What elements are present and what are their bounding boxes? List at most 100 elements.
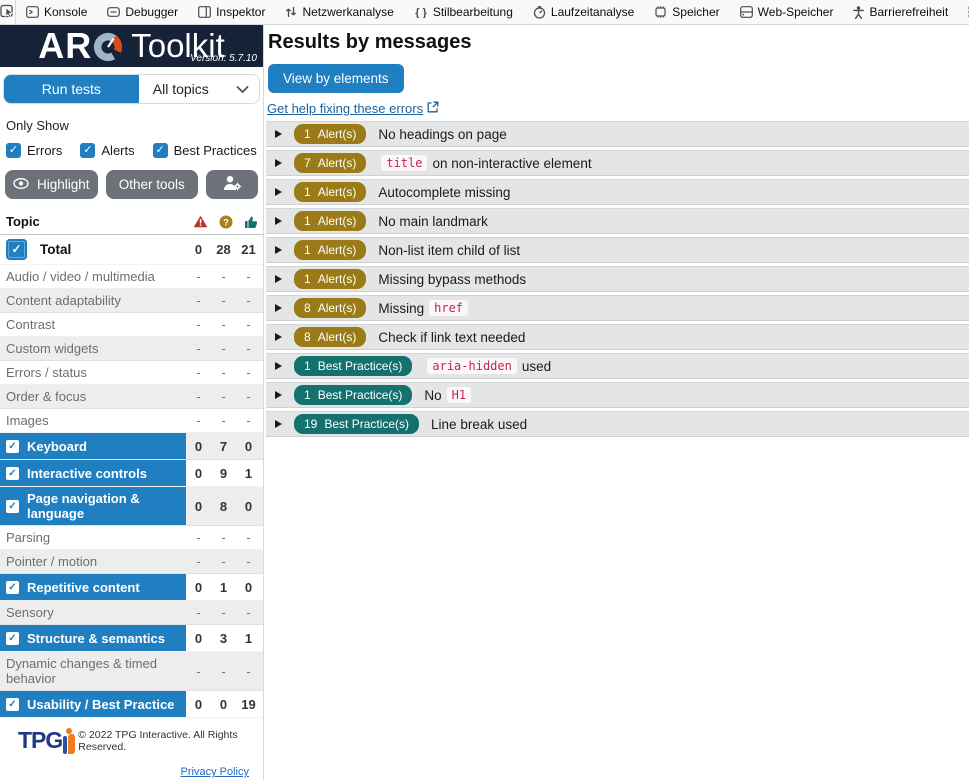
- message-kind-label: Alert(s): [318, 214, 357, 228]
- topic-row-total[interactable]: ✓Total02821: [0, 235, 263, 265]
- devtools-tab-konsole[interactable]: Konsole: [16, 0, 97, 24]
- topic-checkbox[interactable]: ✓: [6, 581, 19, 594]
- topic-checkbox[interactable]: ✓: [6, 440, 19, 453]
- topic-checkbox[interactable]: ✓: [6, 467, 19, 480]
- expand-arrow-icon[interactable]: [275, 217, 282, 225]
- expand-arrow-icon[interactable]: [275, 391, 282, 399]
- topic-row-page-navigation-language[interactable]: ✓Page navigation & language080: [0, 487, 263, 526]
- topic-checkbox[interactable]: ✓: [6, 500, 19, 513]
- topic-row-keyboard[interactable]: ✓Keyboard070: [0, 433, 263, 460]
- element-picker-button[interactable]: [0, 0, 16, 24]
- message-count: 1: [304, 185, 311, 199]
- topics-select[interactable]: All topics: [139, 75, 259, 103]
- topic-label-area: Dynamic changes & timed behavior: [0, 652, 186, 690]
- user-tools-button[interactable]: [206, 170, 258, 199]
- topic-checkbox[interactable]: ✓: [6, 632, 19, 645]
- message-row[interactable]: 1Alert(s)No main landmark: [266, 208, 969, 234]
- best-practices-count: -: [236, 605, 261, 620]
- messages-list: 1Alert(s)No headings on page 7Alert(s)tit…: [266, 121, 969, 437]
- devtools-tab-inspektor[interactable]: Inspektor: [188, 0, 275, 24]
- topic-label-area: Contrast: [0, 313, 186, 336]
- message-row[interactable]: 1Alert(s)No headings on page: [266, 121, 969, 147]
- devtools-tab-netzwerkanalyse[interactable]: Netzwerkanalyse: [275, 0, 403, 24]
- message-text: Check if link text needed: [378, 330, 525, 345]
- devtools-tab-anwendung[interactable]: Anwendung: [958, 0, 969, 24]
- devtools-tab-debugger[interactable]: Debugger: [97, 0, 188, 24]
- expand-arrow-icon[interactable]: [275, 130, 282, 138]
- memory-icon: [654, 6, 667, 18]
- devtools-tab-label: Inspektor: [216, 5, 265, 19]
- devtools-tab-barrierefreiheit[interactable]: Barrierefreiheit: [843, 0, 958, 24]
- filter-checkboxes: ✓Errors✓Alerts✓Best Practices: [6, 143, 257, 158]
- message-row[interactable]: 8Alert(s)Check if link text needed: [266, 324, 969, 350]
- expand-arrow-icon[interactable]: [275, 333, 282, 341]
- errors-count: 0: [186, 439, 211, 454]
- expand-arrow-icon[interactable]: [275, 420, 282, 428]
- other-tools-button[interactable]: Other tools: [106, 170, 199, 199]
- eye-icon: [13, 177, 29, 192]
- get-help-link[interactable]: Get help fixing these errors: [267, 101, 439, 116]
- alert-badge: 1Alert(s): [294, 182, 366, 202]
- expand-arrow-icon[interactable]: [275, 159, 282, 167]
- topic-label-area[interactable]: ✓Interactive controls: [0, 460, 186, 486]
- view-by-elements-button[interactable]: View by elements: [268, 64, 404, 93]
- highlight-button[interactable]: Highlight: [5, 170, 98, 199]
- filter-label: Best Practices: [174, 143, 257, 158]
- topic-label-area[interactable]: ✓Total: [0, 235, 186, 264]
- topic-label-area[interactable]: ✓Usability / Best Practice: [0, 691, 186, 717]
- devtools-tab-stilbearbeitung[interactable]: { }Stilbearbeitung: [404, 0, 523, 24]
- expand-arrow-icon[interactable]: [275, 246, 282, 254]
- message-row[interactable]: 1Best Practice(s)aria-hiddenused: [266, 353, 969, 379]
- expand-arrow-icon[interactable]: [275, 275, 282, 283]
- logo-text-arc: AR: [38, 25, 92, 67]
- devtools-tab-label: Debugger: [125, 5, 178, 19]
- external-link-icon: [427, 101, 439, 116]
- run-tests-button[interactable]: Run tests: [4, 75, 139, 103]
- alerts-count: -: [211, 389, 236, 404]
- expand-arrow-icon[interactable]: [275, 362, 282, 370]
- message-row[interactable]: 19Best Practice(s)Line break used: [266, 411, 969, 437]
- topic-label-area[interactable]: ✓ Structure & semantics: [0, 625, 186, 651]
- message-kind-label: Best Practice(s): [318, 388, 403, 402]
- topic-row-interactive-controls[interactable]: ✓Interactive controls091: [0, 460, 263, 487]
- devtools-tab-label: Konsole: [44, 5, 87, 19]
- total-checkbox[interactable]: ✓: [6, 239, 27, 260]
- person-gear-icon: [222, 175, 242, 194]
- expand-arrow-icon[interactable]: [275, 304, 282, 312]
- message-row[interactable]: 7Alert(s)titleon non-interactive element: [266, 150, 969, 176]
- only-show-section: Only Show ✓Errors✓Alerts✓Best Practices: [0, 104, 263, 158]
- topic-row-repetitive-content[interactable]: ✓Repetitive content010: [0, 574, 263, 601]
- topic-label-area[interactable]: ✓Page navigation & language: [0, 487, 186, 525]
- message-row[interactable]: 1Alert(s)Missing bypass methods: [266, 266, 969, 292]
- checkbox-icon[interactable]: ✓: [6, 143, 21, 158]
- devtools-tab-laufzeitanalyse[interactable]: Laufzeitanalyse: [523, 0, 644, 24]
- topic-label-area[interactable]: ✓Repetitive content: [0, 574, 186, 600]
- checkbox-icon[interactable]: ✓: [80, 143, 95, 158]
- topic-row-structure-semantics[interactable]: ✓ Structure & semantics 031: [0, 625, 263, 652]
- filter-errors[interactable]: ✓Errors: [6, 143, 62, 158]
- topic-counts: ---: [186, 265, 263, 288]
- topic-label: Structure & semantics: [27, 631, 165, 646]
- topic-checkbox[interactable]: ✓: [6, 698, 19, 711]
- topic-counts: 031: [186, 625, 263, 651]
- devtools-tab-speicher[interactable]: Speicher: [644, 0, 729, 24]
- message-row[interactable]: 1Alert(s)Non-list item child of list: [266, 237, 969, 263]
- filter-best-practices[interactable]: ✓ Best Practices: [153, 143, 257, 158]
- topic-row-usability-best-practice[interactable]: ✓Usability / Best Practice0019: [0, 691, 263, 718]
- errors-count: -: [186, 341, 211, 356]
- message-row[interactable]: 1Alert(s)Autocomplete missing: [266, 179, 969, 205]
- filter-alerts[interactable]: ✓Alerts: [80, 143, 134, 158]
- topic-row-audio-video-multimedia: Audio / video / multimedia---: [0, 265, 263, 289]
- page-title: Results by messages: [268, 31, 969, 54]
- message-row[interactable]: 8Alert(s)Missinghref: [266, 295, 969, 321]
- devtools-tab-web-speicher[interactable]: Web-Speicher: [730, 0, 844, 24]
- devtools-tab-label: Laufzeitanalyse: [551, 5, 634, 19]
- checkbox-icon[interactable]: ✓: [153, 143, 168, 158]
- topic-label-area[interactable]: ✓Keyboard: [0, 433, 186, 459]
- message-text-before: Line break used: [431, 417, 527, 432]
- message-kind-label: Alert(s): [318, 272, 357, 286]
- privacy-policy-link[interactable]: Privacy Policy: [181, 766, 249, 778]
- errors-count: 0: [186, 697, 211, 712]
- expand-arrow-icon[interactable]: [275, 188, 282, 196]
- message-row[interactable]: 1Best Practice(s)NoH1: [266, 382, 969, 408]
